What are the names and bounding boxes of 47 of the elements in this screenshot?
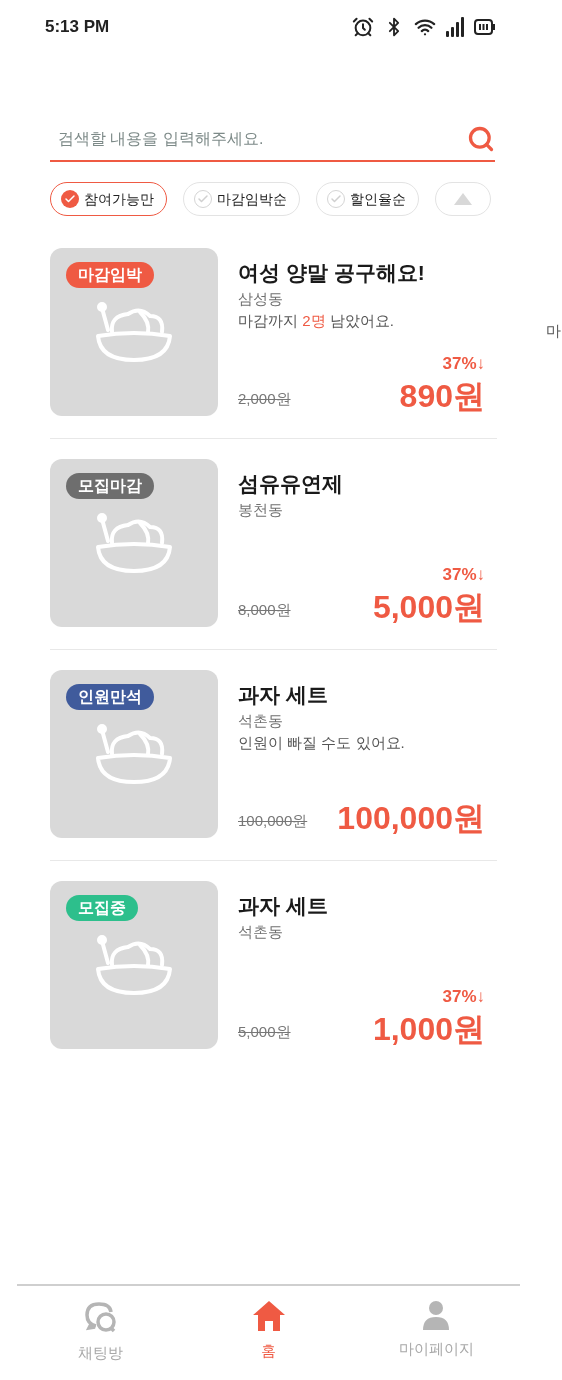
sale-price: 5,000원 xyxy=(372,588,485,627)
search-icon[interactable] xyxy=(467,125,495,153)
filter-chip[interactable]: 할인율순 xyxy=(316,182,419,216)
person-icon xyxy=(421,1299,452,1330)
original-price: 2,000원 xyxy=(238,388,291,409)
original-price: 100,000원 xyxy=(238,810,308,831)
wifi-icon xyxy=(414,16,436,38)
signal-icon xyxy=(446,17,464,37)
triangle-up-icon xyxy=(454,193,472,205)
status-time: 5:13 PM xyxy=(45,16,110,39)
discount-rate: 37%↓ xyxy=(442,563,486,586)
check-icon xyxy=(327,190,345,208)
item-note: 마감까지 2명 남았어요. xyxy=(238,311,395,331)
item-location: 봉천동 xyxy=(238,500,284,520)
filter-chip[interactable]: 마감임박순 xyxy=(183,182,300,216)
clipped-text: 마 xyxy=(546,321,561,341)
bowl-icon xyxy=(94,513,174,575)
discount-rate: 37%↓ xyxy=(442,352,486,375)
bowl-icon xyxy=(94,935,174,997)
sale-price: 100,000원 xyxy=(337,799,485,838)
status-tag: 인원만석 xyxy=(66,684,154,710)
item-title: 과자 세트 xyxy=(238,682,329,708)
bowl-icon xyxy=(94,724,174,786)
item-title: 과자 세트 xyxy=(238,893,329,919)
home-icon xyxy=(251,1299,286,1332)
item-title: 여성 양말 공구해요! xyxy=(238,260,426,286)
check-icon xyxy=(194,190,212,208)
status-tag: 모집중 xyxy=(66,895,138,921)
discount-rate: 37%↓ xyxy=(442,985,486,1008)
chat-bubbles-icon xyxy=(83,1299,118,1334)
search-field[interactable]: 검색할 내용을 입력해주세요. xyxy=(58,127,467,151)
status-tag: 마감임박 xyxy=(66,262,154,288)
status-tag: 모집마감 xyxy=(66,473,154,499)
bowl-icon xyxy=(94,302,174,364)
sale-price: 1,000원 xyxy=(372,1010,485,1049)
original-price: 5,000원 xyxy=(238,1021,291,1042)
item-title: 섬유유연제 xyxy=(238,471,344,497)
check-icon xyxy=(61,190,79,208)
item-location: 삼성동 xyxy=(238,289,284,309)
original-price: 8,000원 xyxy=(238,599,291,620)
sale-price: 890원 xyxy=(399,377,485,416)
filter-chip[interactable]: 참여가능만 xyxy=(50,182,167,216)
item-location: 석촌동 xyxy=(238,711,284,731)
battery-icon xyxy=(474,18,496,36)
item-note: 인원이 빠질 수도 있어요. xyxy=(238,733,406,753)
alarm-icon xyxy=(352,16,374,38)
item-location: 석촌동 xyxy=(238,922,284,942)
